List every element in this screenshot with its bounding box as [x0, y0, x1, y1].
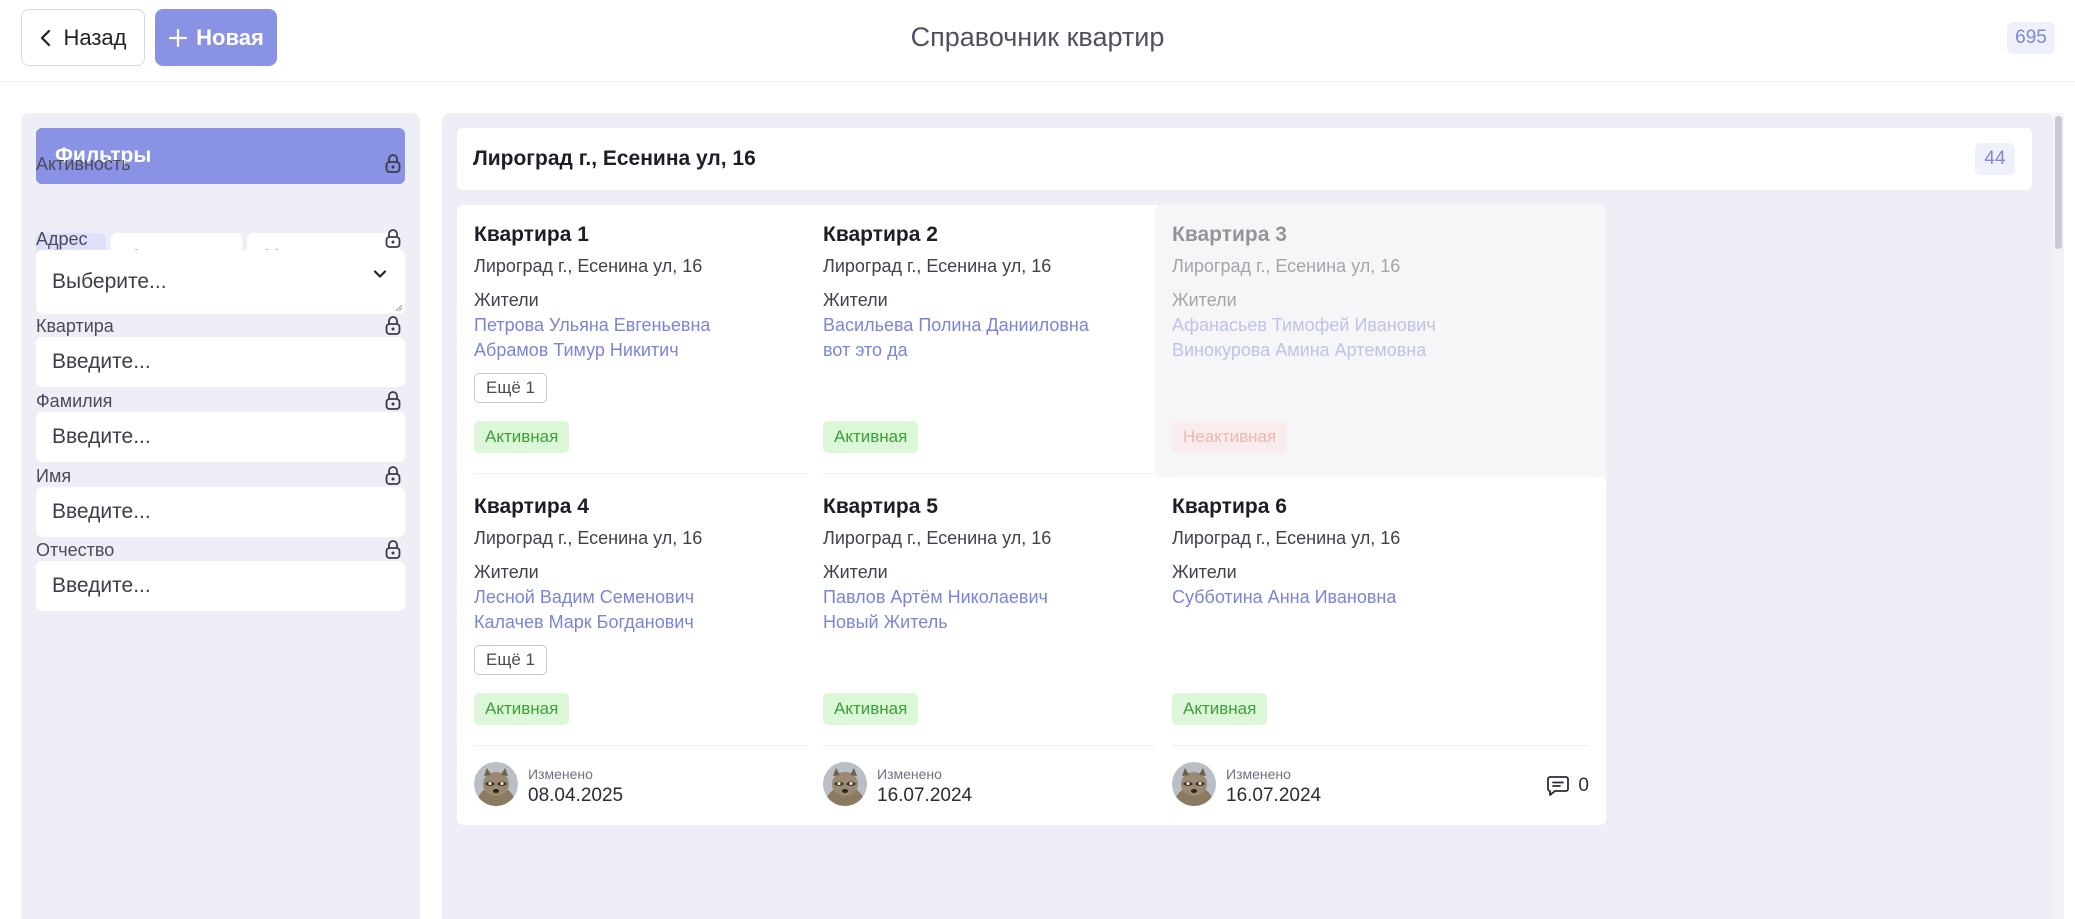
changed-date: 16.07.2024 [1226, 785, 1322, 806]
divider [1172, 745, 1589, 746]
patronymic-field[interactable] [36, 561, 405, 611]
apartment-address: Лироград г., Есенина ул, 16 [823, 528, 1052, 548]
resident-link[interactable]: Винокурова Амина Артемовна [1172, 340, 1426, 361]
residents-label: Жители [474, 290, 539, 310]
apartment-label: Квартира [36, 316, 114, 336]
resident-link[interactable]: Васильева Полина Данииловна [823, 315, 1089, 336]
lock-icon[interactable] [384, 390, 402, 412]
status-badge: Активная [823, 693, 919, 725]
top-bar: Назад Новая Справочник квартир 695 [0, 0, 2075, 82]
address-group-count: 44 [1975, 143, 2015, 175]
changed-date: 08.04.2025 [528, 785, 624, 806]
resident-link[interactable]: Калачев Марк Богданович [474, 612, 694, 633]
apartment-address: Лироград г., Есенина ул, 16 [474, 528, 703, 548]
apartment-title: Квартира 3 [1172, 223, 1287, 246]
status-badge: Активная [1172, 693, 1268, 725]
apartment-address: Лироград г., Есенина ул, 16 [474, 256, 703, 276]
address-group-header[interactable]: Лироград г., Есенина ул, 16 44 [457, 128, 2032, 190]
apartments-list: Лироград г., Есенина ул, 16 44 Квартира … [442, 113, 2054, 919]
total-count-badge: 695 [2007, 22, 2055, 54]
address-group-title: Лироград г., Есенина ул, 16 [473, 147, 756, 170]
address-select[interactable]: Выберите... [36, 250, 405, 314]
apartment-title: Квартира 1 [474, 223, 589, 246]
resident-link[interactable]: вот это да [823, 340, 908, 361]
apartment-title: Квартира 5 [823, 495, 938, 518]
patronymic-label: Отчество [36, 540, 115, 560]
apartment-address: Лироград г., Есенина ул, 16 [1172, 528, 1401, 548]
residents-label: Жители [1172, 562, 1237, 582]
comments-counter[interactable]: 0 [1546, 775, 1589, 797]
changed-label: Изменено [877, 766, 942, 782]
resident-link[interactable]: Павлов Артём Николаевич [823, 587, 1048, 608]
patronymic-input[interactable] [52, 561, 405, 611]
changed-date: 16.07.2024 [877, 785, 973, 806]
name-label: Имя [36, 466, 72, 486]
lock-icon[interactable] [384, 228, 402, 250]
changed-label: Изменено [1226, 766, 1291, 782]
avatar [823, 762, 867, 806]
surname-label: Фамилия [36, 391, 113, 411]
changed-label: Изменено [528, 766, 593, 782]
resident-link[interactable]: Абрамов Тимур Никитич [474, 340, 679, 361]
lock-icon[interactable] [384, 315, 402, 337]
divider [1172, 473, 1589, 474]
page-title: Справочник квартир [910, 22, 1165, 52]
more-residents-button[interactable]: Ещё 1 [474, 645, 547, 675]
chevron-down-icon [373, 270, 387, 278]
apartment-title: Квартира 4 [474, 495, 589, 518]
raccoon-avatar-icon [1172, 762, 1216, 806]
residents-label: Жители [1172, 290, 1237, 310]
resident-link[interactable]: Афанасьев Тимофей Иванович [1172, 315, 1436, 336]
name-input[interactable] [52, 487, 405, 537]
apartment-field[interactable] [36, 337, 405, 387]
resident-link[interactable]: Новый Житель [823, 612, 948, 633]
resident-link[interactable]: Петрова Ульяна Евгеньевна [474, 315, 710, 336]
apartment-title: Квартира 6 [1172, 495, 1287, 518]
residents-label: Жители [474, 562, 539, 582]
resident-link[interactable]: Субботина Анна Ивановна [1172, 587, 1396, 608]
status-badge: Активная [823, 421, 919, 453]
filters-panel: Фильтры Активность Все Активные Неактивн… [21, 113, 420, 919]
residents-label: Жители [823, 562, 888, 582]
avatar [474, 762, 518, 806]
apartment-input[interactable] [52, 337, 405, 387]
raccoon-avatar-icon [823, 762, 867, 806]
status-badge: Активная [474, 693, 570, 725]
address-label: Адрес [36, 229, 88, 249]
more-residents-button[interactable]: Ещё 1 [474, 373, 547, 403]
residents-label: Жители [823, 290, 888, 310]
activity-label: Активность [36, 154, 131, 174]
surname-field[interactable] [36, 412, 405, 462]
name-field[interactable] [36, 487, 405, 537]
surname-input[interactable] [52, 412, 405, 462]
apartment-address: Лироград г., Есенина ул, 16 [1172, 256, 1401, 276]
apartment-title: Квартира 2 [823, 223, 938, 246]
resize-grip-icon[interactable] [393, 302, 403, 312]
comment-icon [1547, 776, 1570, 796]
status-badge: Активная [474, 421, 570, 453]
apartment-address: Лироград г., Есенина ул, 16 [823, 256, 1052, 276]
comments-count: 0 [1578, 775, 1589, 796]
resident-link[interactable]: Лесной Вадим Семенович [474, 587, 694, 608]
status-badge: Неактивная [1172, 421, 1288, 453]
apartment-card[interactable]: Квартира 6 Лироград г., Есенина ул, 16 Ж… [1155, 477, 1606, 825]
scrollbar-thumb[interactable] [2055, 116, 2062, 249]
lock-icon[interactable] [384, 153, 402, 175]
raccoon-avatar-icon [474, 762, 518, 806]
lock-icon[interactable] [384, 539, 402, 561]
lock-icon[interactable] [384, 465, 402, 487]
avatar [1172, 762, 1216, 806]
address-select-value: Выберите... [52, 270, 167, 293]
